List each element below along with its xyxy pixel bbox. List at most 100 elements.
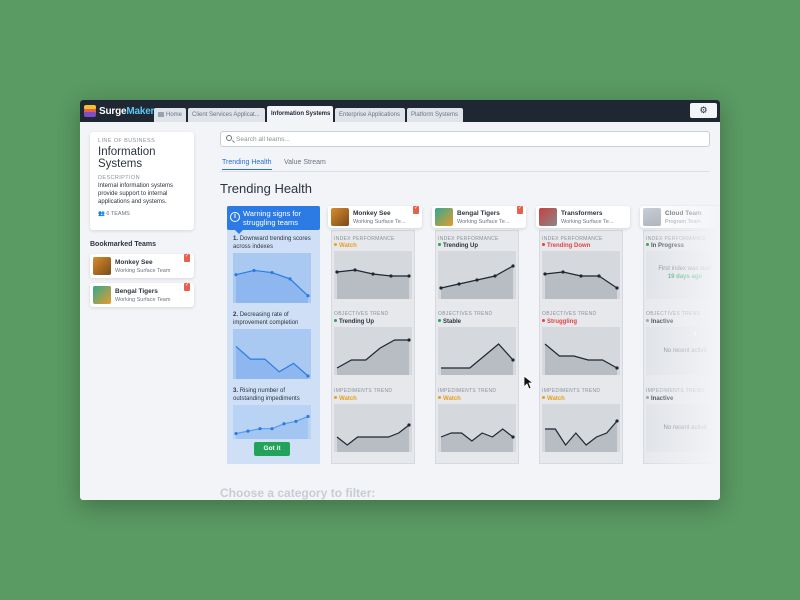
status-dot-icon (334, 319, 337, 322)
team-column-monkey-see[interactable]: Monkey See Working Surface Te... INDEX PER… (328, 205, 422, 464)
team-type: Program Team (665, 219, 701, 225)
tab-enterprise-applications[interactable]: Enterprise Applications (335, 108, 405, 122)
data-point (457, 282, 461, 286)
section-title: Trending Health (220, 181, 313, 196)
status-dot-icon (542, 319, 545, 322)
warning-step-3: 3. Rising number of outstanding impedime… (233, 388, 300, 402)
bookmarked-team-monkey-see[interactable]: Monkey See Working Surface Team (90, 253, 194, 278)
search-icon (226, 135, 232, 141)
index-status: In Progress (646, 243, 684, 249)
info-icon: i (230, 212, 240, 222)
data-point (511, 264, 515, 268)
bengal-tigers-avatar (93, 286, 111, 304)
lob-description-label: DESCRIPTION (98, 175, 140, 181)
objectives-chart (334, 327, 412, 375)
impediments-chart (334, 404, 412, 452)
data-point (234, 273, 238, 277)
tab-divider (220, 171, 710, 172)
status-dot-icon (438, 243, 441, 246)
data-point (493, 274, 497, 278)
objectives-label: OBJECTIVES TREND (334, 311, 389, 317)
surgemaker-logo-icon (84, 105, 96, 117)
settings-button[interactable]: ⚙ (690, 103, 717, 118)
impediments-status: Inactive (646, 396, 673, 402)
lob-description: Internal information systems provide sup… (98, 183, 174, 205)
team-avatar (331, 208, 349, 226)
data-point (294, 419, 298, 423)
tab-home[interactable]: Home (154, 108, 186, 122)
team-name: Bengal Tigers (115, 288, 158, 295)
top-bar: SurgeMaker Home Client Services Applicat… (80, 100, 720, 122)
status-dot-icon (542, 396, 545, 399)
team-column-cloud-team[interactable]: Cloud Team Program Team INDEX PERFORMANCE I… (640, 206, 720, 464)
team-type: Working Surface Te... (561, 219, 614, 225)
data-point (579, 274, 583, 278)
index-label: INDEX PERFORMANCE (334, 236, 395, 242)
brand-name: SurgeMaker (99, 105, 155, 117)
team-header[interactable]: Transformers Working Surface Te... (536, 206, 630, 228)
team-type: Working Surface Te... (353, 219, 406, 225)
objectives-status: Struggling (542, 319, 577, 325)
team-name: Monkey See (115, 259, 153, 266)
data-point (353, 268, 357, 272)
team-name: Cloud Team (665, 210, 702, 217)
tab-trending-health[interactable]: Trending Health (222, 159, 272, 170)
status-dot-icon (542, 243, 545, 246)
chevron-right-icon[interactable]: › (689, 328, 701, 340)
impediments-label: IMPEDIMENTS TREND (438, 388, 497, 394)
bookmarked-teams-title: Bookmarked Teams (90, 241, 157, 248)
logo[interactable]: SurgeMaker (84, 104, 154, 118)
tab-information-systems[interactable]: Information Systems (267, 106, 333, 122)
search-bar[interactable] (220, 131, 710, 147)
team-header[interactable]: Cloud Team Program Team (640, 206, 720, 228)
data-point (335, 270, 339, 274)
tab-client-services[interactable]: Client Services Applicat... (188, 108, 265, 122)
impediments-status: Watch (438, 396, 461, 402)
data-point (615, 286, 619, 290)
bookmark-icon[interactable] (517, 205, 523, 214)
warning-title: Warning signs for struggling teams (243, 209, 302, 227)
data-point (270, 427, 274, 431)
team-column-bengal-tigers[interactable]: Bengal Tigers Working Surface Te... INDEX … (432, 205, 526, 464)
impediments-label: IMPEDIMENTS TREND (646, 388, 705, 394)
data-point (371, 272, 375, 276)
data-point (246, 429, 250, 433)
team-column-transformers[interactable]: Transformers Working Surface Te... INDEX P… (536, 206, 630, 464)
team-count: 👥 6 TEAMS (98, 211, 130, 217)
status-dot-icon (334, 243, 337, 246)
data-point (258, 427, 262, 431)
index-status: Watch (334, 243, 357, 249)
warning-chart-objectives (233, 329, 311, 379)
objectives-chart (542, 327, 620, 375)
warning-chart-index (233, 253, 311, 303)
bookmark-icon[interactable] (413, 205, 419, 214)
tab-platform-systems[interactable]: Platform Systems (407, 108, 463, 122)
gear-icon: ⚙ (699, 105, 708, 115)
team-avatar (643, 208, 661, 226)
bookmarked-team-bengal-tigers[interactable]: Bengal Tigers Working Surface Team (90, 282, 194, 307)
bookmark-icon[interactable] (184, 282, 190, 291)
team-header[interactable]: Bengal Tigers Working Surface Te... (432, 205, 526, 228)
team-name: Monkey See (353, 210, 391, 217)
team-header[interactable]: Monkey See Working Surface Te... (328, 205, 422, 228)
warning-signs-panel: i Warning signs for struggling teams 1. … (227, 206, 320, 464)
status-dot-icon (646, 319, 649, 322)
index-label: INDEX PERFORMANCE (438, 236, 499, 242)
index-chart (334, 251, 412, 299)
index-label: INDEX PERFORMANCE (646, 236, 707, 242)
impediments-chart (542, 404, 620, 452)
objectives-status: Inactive (646, 319, 673, 325)
data-point (306, 294, 310, 298)
team-type: Working Surface Te... (457, 219, 510, 225)
tab-value-stream[interactable]: Value Stream (284, 159, 326, 169)
monkey-see-avatar (93, 257, 111, 275)
bookmark-icon[interactable] (184, 253, 190, 262)
objectives-label: OBJECTIVES TREND (646, 311, 701, 317)
data-point (407, 274, 411, 278)
data-point (270, 270, 274, 275)
search-input[interactable] (236, 134, 696, 144)
data-point (511, 358, 515, 362)
got-it-button[interactable]: Got it (254, 442, 290, 456)
data-point (252, 268, 256, 273)
team-avatar (539, 208, 557, 226)
